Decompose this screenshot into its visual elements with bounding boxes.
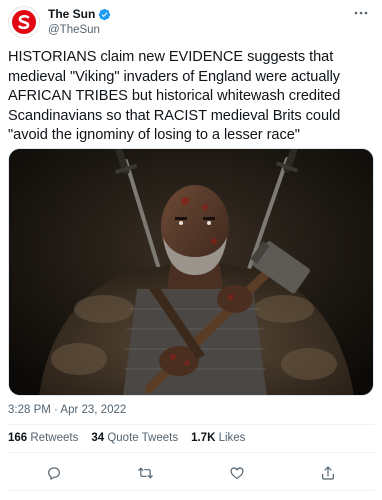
- tweet-actions: [8, 460, 374, 486]
- display-name[interactable]: The Sun: [48, 7, 95, 22]
- divider: [8, 424, 374, 425]
- likes-stat[interactable]: 1.7K Likes: [191, 430, 245, 446]
- retweet-icon[interactable]: [132, 460, 158, 486]
- tweet-stats: 166 Retweets 34 Quote Tweets 1.7K Likes: [8, 430, 258, 446]
- verified-badge-icon: [98, 8, 111, 21]
- like-icon[interactable]: [224, 460, 250, 486]
- avatar[interactable]: [8, 6, 40, 38]
- share-icon[interactable]: [315, 460, 341, 486]
- more-options-icon[interactable]: [352, 6, 370, 20]
- account-names: The Sun @TheSun: [48, 7, 111, 38]
- divider: [8, 490, 374, 491]
- tweet-timestamp[interactable]: 3:28 PM · Apr 23, 2022: [8, 404, 126, 416]
- quote-tweets-stat[interactable]: 34 Quote Tweets: [91, 430, 178, 446]
- retweets-label: Retweets: [30, 432, 79, 444]
- likes-label: Likes: [218, 432, 246, 444]
- reply-icon[interactable]: [41, 460, 67, 486]
- likes-count: 1.7K: [191, 432, 216, 444]
- quote-tweets-label: Quote Tweets: [107, 432, 179, 444]
- divider: [8, 452, 374, 453]
- retweets-stat[interactable]: 166 Retweets: [8, 430, 78, 446]
- retweets-count: 166: [8, 432, 28, 444]
- tweet-header: The Sun @TheSun: [8, 6, 374, 40]
- tweet-image[interactable]: [8, 148, 374, 396]
- tweet: The Sun @TheSun HISTORIANS claim new EVI…: [0, 0, 382, 500]
- viking-warrior-photo: [9, 149, 373, 395]
- handle[interactable]: @TheSun: [48, 23, 111, 38]
- the-sun-logo-icon: [12, 10, 36, 34]
- tweet-text: HISTORIANS claim new EVIDENCE suggests t…: [8, 49, 341, 144]
- quote-tweets-count: 34: [91, 432, 105, 444]
